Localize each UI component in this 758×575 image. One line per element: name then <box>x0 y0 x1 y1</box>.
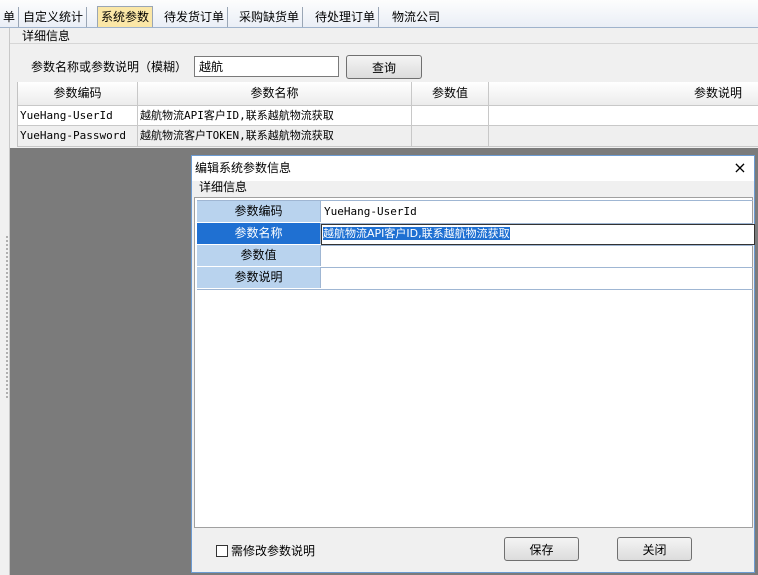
tab-bar: 单 自定义统计 系统参数 待发货订单 采购缺货单 待处理订单 物流公司 <box>0 0 758 28</box>
search-label: 参数名称或参数说明（模糊） <box>31 60 188 74</box>
table-cell[interactable] <box>412 106 489 126</box>
property-label: 参数编码 <box>197 201 321 222</box>
column-header-name[interactable]: 参数名称 <box>138 82 412 106</box>
close-button[interactable]: 关闭 <box>617 537 692 561</box>
table-cell[interactable]: 越航物流API客户ID,联系越航物流获取 <box>138 106 412 126</box>
tab-pending-orders[interactable]: 待处理订单 <box>312 7 380 27</box>
property-label: 参数值 <box>197 245 321 266</box>
column-header-value[interactable]: 参数值 <box>412 82 489 106</box>
dialog-section-title: 详细信息 <box>199 180 248 194</box>
property-row-code: 参数编码 YueHang-UserId <box>197 200 753 224</box>
tab-logistics-company[interactable]: 物流公司 <box>389 7 443 27</box>
column-header-description[interactable]: 参数说明 <box>489 82 758 106</box>
property-value-description[interactable] <box>321 267 324 288</box>
property-row-name: 参数名称 越航物流API客户ID,联系越航物流获取 <box>197 223 755 246</box>
close-icon[interactable]: × <box>730 158 750 178</box>
property-value-code[interactable]: YueHang-UserId <box>321 201 417 222</box>
selected-text: 越航物流API客户ID,联系越航物流获取 <box>323 227 510 240</box>
tab-purchase-shortage[interactable]: 采购缺货单 <box>236 7 304 27</box>
tab-system-parameters[interactable]: 系统参数 <box>97 6 154 28</box>
search-input[interactable] <box>194 56 339 77</box>
property-value-value[interactable] <box>321 245 324 266</box>
detail-header <box>10 28 758 44</box>
dialog-title: 编辑系统参数信息 <box>195 161 292 175</box>
property-grid: 参数编码 YueHang-UserId 参数名称 越航物流API客户ID,联系越… <box>194 197 755 528</box>
property-label: 参数说明 <box>197 267 321 288</box>
property-value-name-input[interactable]: 越航物流API客户ID,联系越航物流获取 <box>321 224 755 245</box>
table-cell[interactable]: 越航物流客户TOKEN,联系越航物流获取 <box>138 126 412 147</box>
parameter-grid: 参数编码 参数名称 参数值 参数说明 YueHang-UserId 越航物流AP… <box>17 82 758 147</box>
table-cell[interactable] <box>412 126 489 147</box>
save-button[interactable]: 保存 <box>504 537 579 561</box>
table-cell[interactable] <box>489 126 758 147</box>
tab-custom-statistics[interactable]: 自定义统计 <box>20 7 88 27</box>
query-button[interactable]: 查询 <box>346 55 422 79</box>
table-cell[interactable]: YueHang-Password <box>18 126 138 147</box>
tab-partial[interactable]: 单 <box>0 7 20 27</box>
tab-pending-shipment[interactable]: 待发货订单 <box>161 7 229 27</box>
modify-description-checkbox[interactable] <box>216 545 228 557</box>
property-row-value: 参数值 <box>197 245 753 268</box>
table-cell[interactable]: YueHang-UserId <box>18 106 138 126</box>
checkbox-label[interactable]: 需修改参数说明 <box>231 544 315 558</box>
table-cell[interactable] <box>489 106 758 126</box>
detail-title: 详细信息 <box>22 29 71 43</box>
splitter-grip[interactable] <box>5 235 9 400</box>
column-header-code[interactable]: 参数编码 <box>18 82 138 106</box>
property-row-description: 参数说明 <box>197 267 753 290</box>
property-label: 参数名称 <box>197 223 321 244</box>
edit-parameter-dialog: 编辑系统参数信息 × 详细信息 参数编码 YueHang-UserId 参数名称… <box>191 155 755 573</box>
